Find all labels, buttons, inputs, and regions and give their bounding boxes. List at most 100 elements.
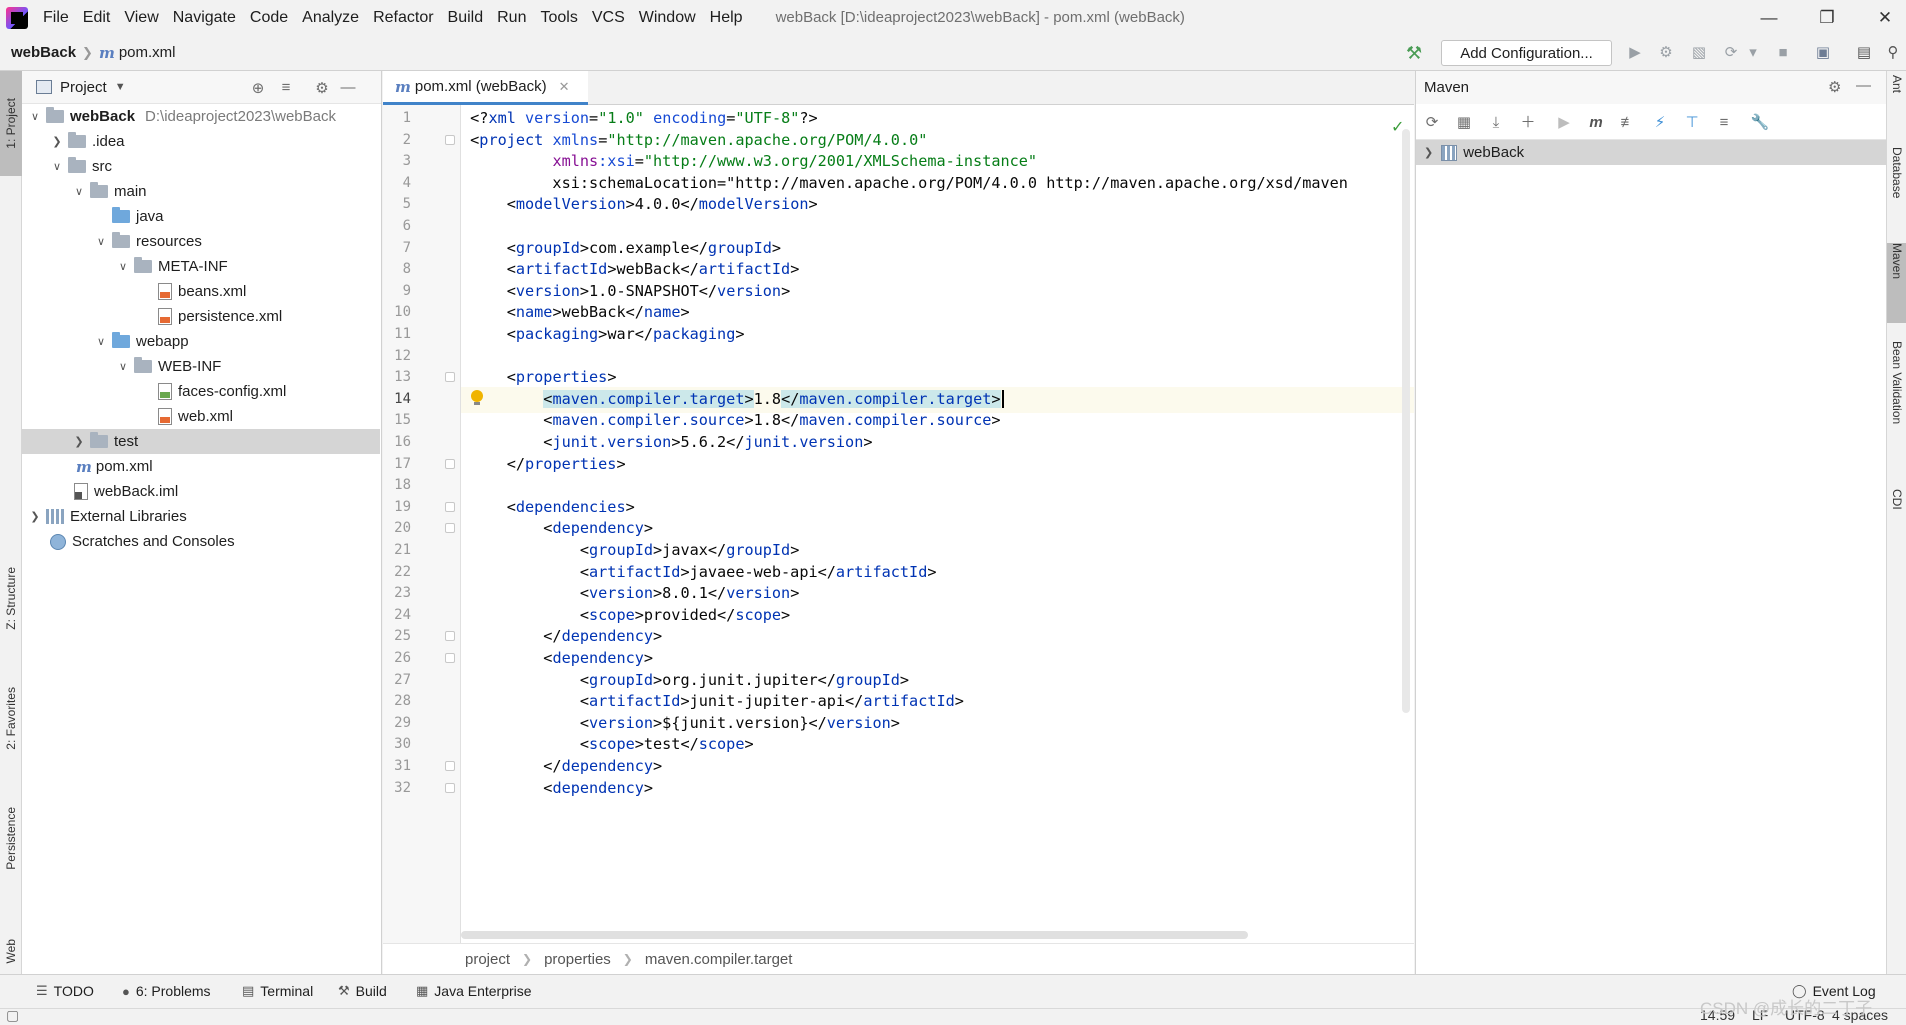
hide-icon[interactable]: — [1856,77,1871,94]
gear-icon[interactable]: ⚙ [1828,78,1841,96]
profile-icon[interactable]: ⟳ [1720,43,1742,63]
tree-item-webback[interactable]: ∨ webBack D:\ideaproject2023\webBack [22,104,380,129]
maven-goal-icon[interactable]: m [1586,113,1606,133]
menu-analyze[interactable]: Analyze [295,0,366,35]
chevron-down-icon[interactable]: ∨ [94,335,108,348]
tree-item-test[interactable]: ❯ test [22,429,380,454]
chevron-down-icon[interactable]: ∨ [116,260,130,273]
generate-sources-icon[interactable]: ▦ [1454,113,1474,133]
fold-marker-icon[interactable] [445,134,455,145]
chevron-down-icon[interactable]: ∨ [50,160,64,173]
show-dependencies-icon[interactable]: ⊤ [1682,113,1702,133]
download-icon[interactable]: ⤓ [1486,113,1506,133]
chevron-down-icon[interactable]: ∨ [28,110,42,123]
collapse-all-icon[interactable]: ≡ [276,79,296,96]
tab-bean-validation[interactable]: Bean Validation [1887,341,1906,471]
reload-icon[interactable]: ⟳ [1422,113,1442,133]
tab-structure[interactable]: Z: Structure [0,551,22,646]
close-icon[interactable]: ✕ [1856,0,1906,35]
tree-item-scratches[interactable]: Scratches and Consoles [22,529,380,554]
tree-item-meta-inf[interactable]: ∨ META-INF [22,254,380,279]
gear-icon[interactable]: ⚙ [312,79,332,97]
tree-item-persistence-xml[interactable]: persistence.xml [22,304,380,329]
code-area[interactable]: <?xml version="1.0" encoding="UTF-8"?> <… [461,105,1411,943]
tab-persistence[interactable]: Persistence [0,791,22,886]
fold-marker-icon[interactable] [445,631,455,642]
skip-tests-icon[interactable]: ⚡ [1650,113,1670,133]
debug-icon[interactable]: ⚙ [1655,43,1677,63]
tree-item-pom-xml[interactable]: m pom.xml [22,454,380,479]
problems-button[interactable]: ● 6: Problems [122,983,211,999]
chevron-down-icon[interactable]: ∨ [94,235,108,248]
menu-run[interactable]: Run [490,0,533,35]
menu-code[interactable]: Code [243,0,295,35]
terminal-window-icon[interactable]: ▤ [1853,43,1875,63]
chevron-right-icon[interactable]: ❯ [72,435,86,448]
menu-refactor[interactable]: Refactor [366,0,440,35]
breadcrumb-properties-tag[interactable]: properties [544,951,611,968]
chevron-down-icon[interactable]: ▾ [1742,43,1764,63]
toggle-offline-icon[interactable]: ≢ [1618,113,1638,133]
menu-view[interactable]: View [117,0,165,35]
menu-help[interactable]: Help [703,0,750,35]
tree-item-beans-xml[interactable]: beans.xml [22,279,380,304]
tab-maven[interactable]: Maven [1887,243,1906,323]
status-panel-icon[interactable]: ▢ [6,1007,19,1024]
vertical-scrollbar[interactable] [1402,129,1410,713]
tab-database[interactable]: Database [1887,147,1906,237]
breadcrumb-project[interactable]: webBack [11,44,76,61]
chevron-down-icon[interactable]: ▼ [115,81,126,93]
tab-favorites[interactable]: 2: Favorites [0,671,22,766]
tab-ant[interactable]: Ant [1887,75,1906,125]
run-icon[interactable]: ▶ [1624,43,1646,63]
java-enterprise-button[interactable]: ▦ Java Enterprise [416,983,532,999]
tree-item-web-xml[interactable]: web.xml [22,404,380,429]
tree-item-faces-config-xml[interactable]: faces-config.xml [22,379,380,404]
todo-button[interactable]: ☰ TODO [36,983,94,999]
tab-cdi[interactable]: CDI [1887,489,1906,549]
run-icon[interactable]: ▶ [1554,113,1574,133]
locate-icon[interactable]: ⊕ [248,79,268,97]
tree-item-src[interactable]: ∨ src [22,154,380,179]
code-line[interactable]: <dependency> [461,775,1411,801]
chevron-right-icon[interactable]: ❯ [1424,146,1433,159]
tree-item-resources[interactable]: ∨ resources [22,229,380,254]
menu-navigate[interactable]: Navigate [166,0,243,35]
tree-item-java[interactable]: java [22,204,380,229]
collapse-all-icon[interactable]: ≡ [1714,113,1734,133]
horizontal-scrollbar[interactable] [461,931,1248,939]
chevron-down-icon[interactable]: ∨ [116,360,130,373]
menu-edit[interactable]: Edit [76,0,118,35]
tree-item-webback-iml[interactable]: webBack.iml [22,479,380,504]
fold-marker-icon[interactable] [445,761,455,771]
hide-icon[interactable]: — [338,79,358,96]
menu-vcs[interactable]: VCS [585,0,632,35]
menu-build[interactable]: Build [441,0,491,35]
breadcrumb-file[interactable]: pom.xml [119,44,176,61]
coverage-icon[interactable]: ▧ [1688,43,1710,63]
build-button[interactable]: ⚒ Build [338,983,387,999]
tree-item-main[interactable]: ∨ main [22,179,380,204]
fold-marker-icon[interactable] [445,653,455,663]
stop-icon[interactable]: ■ [1772,43,1794,63]
close-icon[interactable]: ✕ [559,79,570,95]
minimize-icon[interactable]: — [1740,0,1798,35]
lightbulb-icon[interactable] [470,389,484,406]
tab-pom-xml[interactable]: m pom.xml (webBack) ✕ [383,71,588,105]
fold-marker-icon[interactable] [445,372,455,383]
tree-item-external-libraries[interactable]: ❯ External Libraries [22,504,380,529]
project-structure-icon[interactable]: ▣ [1812,43,1834,63]
maven-tree-root[interactable]: ❯ webBack [1416,140,1886,165]
wrench-icon[interactable]: 🔧 [1750,113,1770,133]
fold-marker-icon[interactable] [445,782,455,793]
chevron-right-icon[interactable]: ❯ [28,510,42,523]
fold-marker-icon[interactable] [445,501,455,512]
breadcrumb-project-tag[interactable]: project [465,951,510,968]
tab-project[interactable]: 1: Project [0,71,22,176]
fold-marker-icon[interactable] [445,523,455,534]
tree-item-webapp[interactable]: ∨ webapp [22,329,380,354]
build-hammer-icon[interactable]: ⚒ [1406,43,1422,64]
search-icon[interactable]: ⚲ [1882,43,1904,63]
menu-window[interactable]: Window [632,0,703,35]
tree-item-idea[interactable]: ❯ .idea [22,129,380,154]
